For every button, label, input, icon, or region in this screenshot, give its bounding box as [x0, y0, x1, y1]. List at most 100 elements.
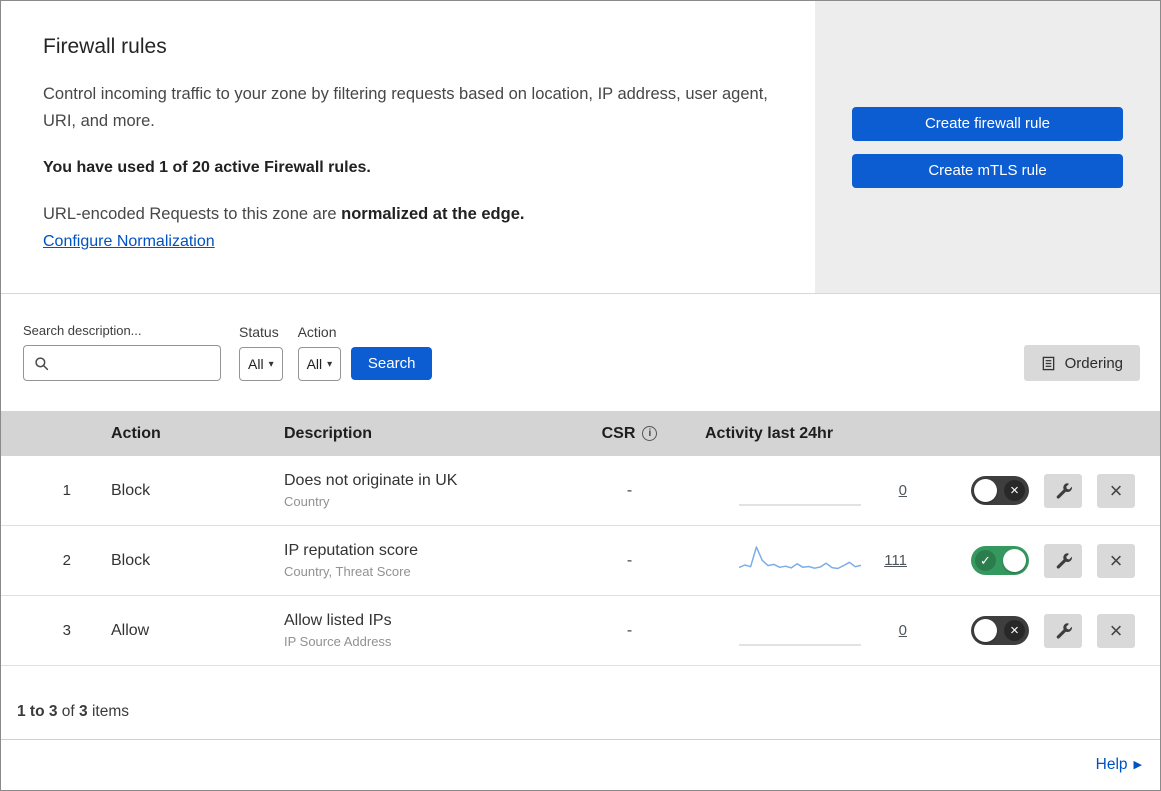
rule-fields: Country, Threat Score [284, 564, 411, 579]
rule-activity-cell: 111 [667, 541, 907, 581]
rule-csr-value: - [626, 621, 633, 639]
rule-description-cell: Does not originate in UK Country [264, 472, 592, 509]
action-label: Action [297, 324, 337, 340]
rule-description-cell: IP reputation score Country, Threat Scor… [264, 542, 592, 579]
info-icon[interactable]: i [642, 426, 658, 441]
search-button[interactable]: Search [351, 347, 433, 380]
items-total: 3 [79, 703, 88, 720]
search-group: Search description... [23, 323, 221, 381]
close-icon: × [1109, 617, 1123, 643]
edit-rule-button[interactable] [1044, 473, 1082, 508]
table-row: 3 Allow Allow listed IPs IP Source Addre… [1, 596, 1160, 666]
usage-text: You have used 1 of 20 active Firewall ru… [43, 159, 371, 177]
rule-description: IP reputation score [284, 542, 419, 559]
wrench-icon [1055, 552, 1072, 569]
close-icon: × [1109, 547, 1123, 573]
activity-sparkline [739, 471, 861, 511]
rule-controls: ✓ × × [907, 473, 1160, 508]
items-range: 1 to 3 [17, 703, 58, 720]
activity-count-link[interactable]: 111 [879, 552, 907, 569]
wrench-icon [1055, 482, 1072, 499]
create-firewall-rule-button[interactable]: Create firewall rule [852, 106, 1123, 141]
filter-bar: Search description... Status All ▾ Actio… [1, 294, 1160, 411]
edit-rule-button[interactable] [1044, 613, 1082, 648]
activity-count-link[interactable]: 0 [879, 622, 907, 639]
rule-activity-cell: 0 [667, 471, 907, 511]
table-header: Action Description CSR i Activity last 2… [1, 411, 1160, 456]
csr-column-label: CSR [601, 424, 636, 442]
activity-sparkline [739, 541, 861, 581]
rule-activity-cell: 0 [667, 611, 907, 651]
search-label: Search description... [23, 323, 142, 338]
x-icon: × [1004, 480, 1025, 501]
status-filter-group: Status All ▾ [239, 324, 283, 381]
x-icon: × [1004, 620, 1025, 641]
delete-rule-button[interactable]: × [1097, 613, 1135, 648]
rule-controls: ✓ × × [907, 543, 1160, 578]
items-of-label: of [61, 703, 75, 720]
chevron-down-icon: ▾ [268, 358, 274, 370]
check-icon: ✓ [975, 550, 996, 571]
action-select[interactable]: All ▾ [297, 347, 342, 381]
rule-description: Does not originate in UK [284, 472, 458, 489]
rule-enabled-toggle[interactable]: ✓ × [971, 546, 1029, 575]
create-mtls-rule-button[interactable]: Create mTLS rule [852, 153, 1123, 188]
page-title: Firewall rules [43, 35, 167, 58]
search-box[interactable] [23, 345, 221, 381]
action-select-value: All [306, 356, 323, 372]
help-bar: Help ▶ [1, 739, 1160, 789]
help-link[interactable]: Help ▶ [1096, 756, 1142, 774]
rule-enabled-toggle[interactable]: ✓ × [971, 476, 1029, 505]
toggle-knob [974, 619, 997, 642]
actions-panel: Create firewall rule Create mTLS rule [815, 1, 1160, 293]
header-action-column: Action [111, 424, 161, 442]
toggle-knob [974, 479, 997, 502]
header-description-column: Description [284, 424, 373, 442]
wrench-icon [1055, 622, 1072, 639]
rule-fields: IP Source Address [284, 634, 392, 649]
configure-normalization-link[interactable]: Configure Normalization [43, 233, 215, 251]
normalization-text: URL-encoded Requests to this zone are no… [43, 205, 775, 224]
help-link-label: Help [1095, 755, 1128, 773]
header-csr-column: CSR i [592, 425, 667, 443]
delete-rule-button[interactable]: × [1097, 543, 1135, 578]
normalization-text-bold: normalized at the edge. [341, 205, 525, 224]
rule-description-cell: Allow listed IPs IP Source Address [264, 612, 592, 649]
activity-sparkline [739, 611, 861, 651]
rule-enabled-toggle[interactable]: ✓ × [971, 616, 1029, 645]
firewall-rules-page: Firewall rules Control incoming traffic … [0, 0, 1161, 791]
chevron-down-icon: ▾ [327, 358, 333, 370]
header-text-panel: Firewall rules Control incoming traffic … [1, 1, 815, 293]
activity-count-link[interactable]: 0 [879, 482, 907, 499]
ordering-button-label: Ordering [1064, 354, 1123, 372]
status-select-value: All [248, 356, 264, 372]
search-input[interactable] [49, 354, 220, 372]
ordering-button[interactable]: Ordering [1023, 345, 1140, 381]
rule-priority: 1 [62, 482, 71, 499]
close-icon: × [1109, 477, 1123, 503]
delete-rule-button[interactable]: × [1097, 473, 1135, 508]
rule-action: Block [111, 481, 151, 499]
rule-priority: 3 [62, 622, 71, 639]
items-count: 1 to 3 of 3 items [17, 703, 1160, 721]
rule-priority: 2 [62, 552, 71, 569]
table-row: 2 Block IP reputation score Country, Thr… [1, 526, 1160, 596]
normalization-text-prefix: URL-encoded Requests to this zone are [43, 205, 337, 224]
rule-fields: Country [284, 494, 330, 509]
action-filter-group: Action All ▾ [297, 324, 342, 381]
rule-controls: ✓ × × [907, 613, 1160, 648]
status-label: Status [239, 324, 279, 340]
toggle-knob [1003, 549, 1026, 572]
ordering-list-icon [1041, 356, 1056, 371]
table-row: 1 Block Does not originate in UK Country… [1, 456, 1160, 526]
status-select[interactable]: All ▾ [239, 347, 283, 381]
edit-rule-button[interactable] [1044, 543, 1082, 578]
help-arrow-icon: ▶ [1133, 759, 1142, 771]
header-activity-column: Activity last 24hr [705, 424, 834, 442]
rule-action: Block [111, 551, 151, 569]
table-footer: 1 to 3 of 3 items [1, 666, 1160, 739]
items-label: items [91, 703, 130, 720]
rule-csr-value: - [626, 481, 633, 499]
page-description: Control incoming traffic to your zone by… [43, 85, 768, 130]
page-header: Firewall rules Control incoming traffic … [1, 1, 1160, 294]
